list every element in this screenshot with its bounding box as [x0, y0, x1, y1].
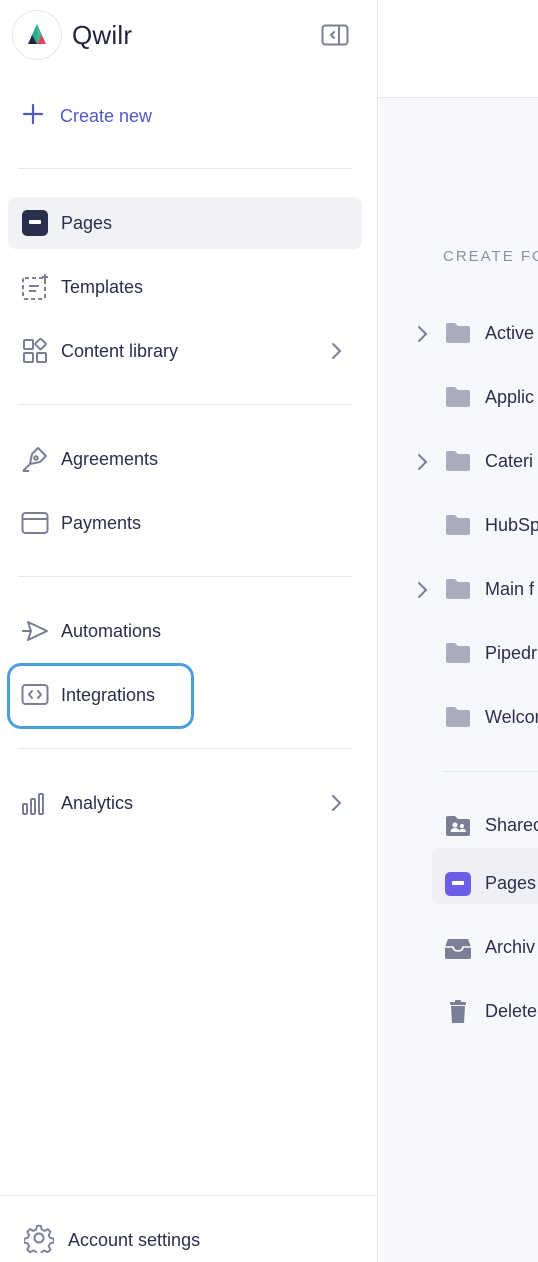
- chevron-right-icon: [326, 341, 346, 361]
- collapse-sidebar-icon[interactable]: [321, 24, 349, 46]
- shared-folder-row[interactable]: Sharec: [379, 806, 538, 846]
- chevron-right-icon[interactable]: [413, 324, 433, 344]
- sidebar-item-label: Automations: [61, 620, 162, 641]
- folder-row[interactable]: Pipedr: [379, 634, 538, 674]
- sidebar-item-analytics[interactable]: Analytics: [8, 777, 362, 829]
- section-heading: CREATE FO: [443, 248, 538, 265]
- create-new-label: Create new: [60, 105, 153, 126]
- folder-icon: [445, 386, 471, 410]
- folder-label: Archiv: [485, 937, 536, 957]
- sidebar-item-label: Templates: [61, 276, 144, 297]
- divider: [18, 404, 351, 405]
- divider: [443, 771, 538, 772]
- sidebar-item-automations[interactable]: Automations: [8, 605, 362, 657]
- folder-label: Welcor: [485, 707, 538, 727]
- folder-label: Applic: [485, 387, 535, 407]
- gear-icon: [23, 1223, 55, 1258]
- plus-icon: [22, 103, 44, 130]
- sidebar-item-payments[interactable]: Payments: [8, 497, 362, 549]
- trash-icon: [445, 1000, 471, 1024]
- card-icon: [21, 509, 49, 537]
- content-library-icon: [21, 337, 49, 365]
- sidebar-item-content-library[interactable]: Content library: [8, 325, 362, 377]
- folder-row[interactable]: Active: [379, 314, 538, 354]
- folder-label: Pipedr: [485, 643, 538, 663]
- pen-nib-icon: [21, 445, 49, 473]
- chevron-right-icon[interactable]: [413, 452, 433, 472]
- brand[interactable]: Qwilr: [12, 10, 132, 60]
- folder-icon: [445, 322, 471, 346]
- folder-row[interactable]: Main f: [379, 570, 538, 610]
- sidebar-item-pages[interactable]: Pages: [8, 197, 362, 249]
- brand-name: Qwilr: [72, 19, 133, 50]
- folder-label: Sharec: [485, 815, 538, 835]
- qwilr-logo: [12, 10, 62, 60]
- pages-icon: [21, 209, 49, 237]
- templates-icon: [21, 273, 49, 301]
- folder-row[interactable]: Applic: [379, 378, 538, 418]
- folder-icon: [445, 450, 471, 474]
- folder-icon: [445, 578, 471, 602]
- divider: [18, 748, 351, 749]
- folder-label: HubSp: [485, 515, 538, 535]
- account-settings-label: Account settings: [68, 1229, 201, 1250]
- chevron-right-icon: [326, 793, 346, 813]
- folder-row[interactable]: HubSp: [379, 506, 538, 546]
- folder-icon: [445, 642, 471, 666]
- sidebar: Qwilr Create new Pages Templates Content…: [0, 0, 378, 1262]
- main-panel: CREATE FO Active Applic Cateri HubSp Mai…: [379, 0, 538, 1262]
- deleted-folder-row[interactable]: Delete: [379, 992, 538, 1032]
- folder-label: Main f: [485, 579, 535, 599]
- folder-row[interactable]: Welcor: [379, 698, 538, 738]
- create-new-button[interactable]: Create new: [22, 100, 152, 132]
- folder-row[interactable]: Cateri: [379, 442, 538, 482]
- folder-label: Pages: [485, 873, 537, 893]
- sidebar-item-agreements[interactable]: Agreements: [8, 433, 362, 485]
- divider: [0, 1195, 378, 1196]
- sidebar-item-label: Agreements: [61, 448, 159, 469]
- integrations-focus-ring: [7, 663, 194, 729]
- sidebar-item-label: Analytics: [61, 792, 134, 813]
- folder-label: Delete: [485, 1001, 538, 1021]
- pages-folder-row[interactable]: Pages: [379, 848, 538, 904]
- pages-icon: [445, 872, 471, 896]
- divider: [18, 576, 351, 577]
- archive-folder-row[interactable]: Archiv: [379, 928, 538, 968]
- sidebar-item-label: Payments: [61, 512, 142, 533]
- sidebar-item-label: Content library: [61, 340, 179, 361]
- divider: [18, 168, 351, 169]
- archive-icon: [445, 936, 471, 960]
- folder-label: Cateri: [485, 451, 534, 471]
- bar-chart-icon: [21, 789, 49, 817]
- main-header: [379, 0, 538, 98]
- folder-icon: [445, 514, 471, 538]
- folder-icon: [445, 706, 471, 730]
- chevron-right-icon[interactable]: [413, 580, 433, 600]
- sidebar-item-templates[interactable]: Templates: [8, 261, 362, 313]
- folder-label: Active: [485, 323, 535, 343]
- shared-folder-icon: [445, 814, 471, 838]
- automations-icon: [21, 617, 49, 645]
- account-settings-button[interactable]: Account settings: [23, 1222, 201, 1258]
- sidebar-item-label: Pages: [61, 212, 113, 233]
